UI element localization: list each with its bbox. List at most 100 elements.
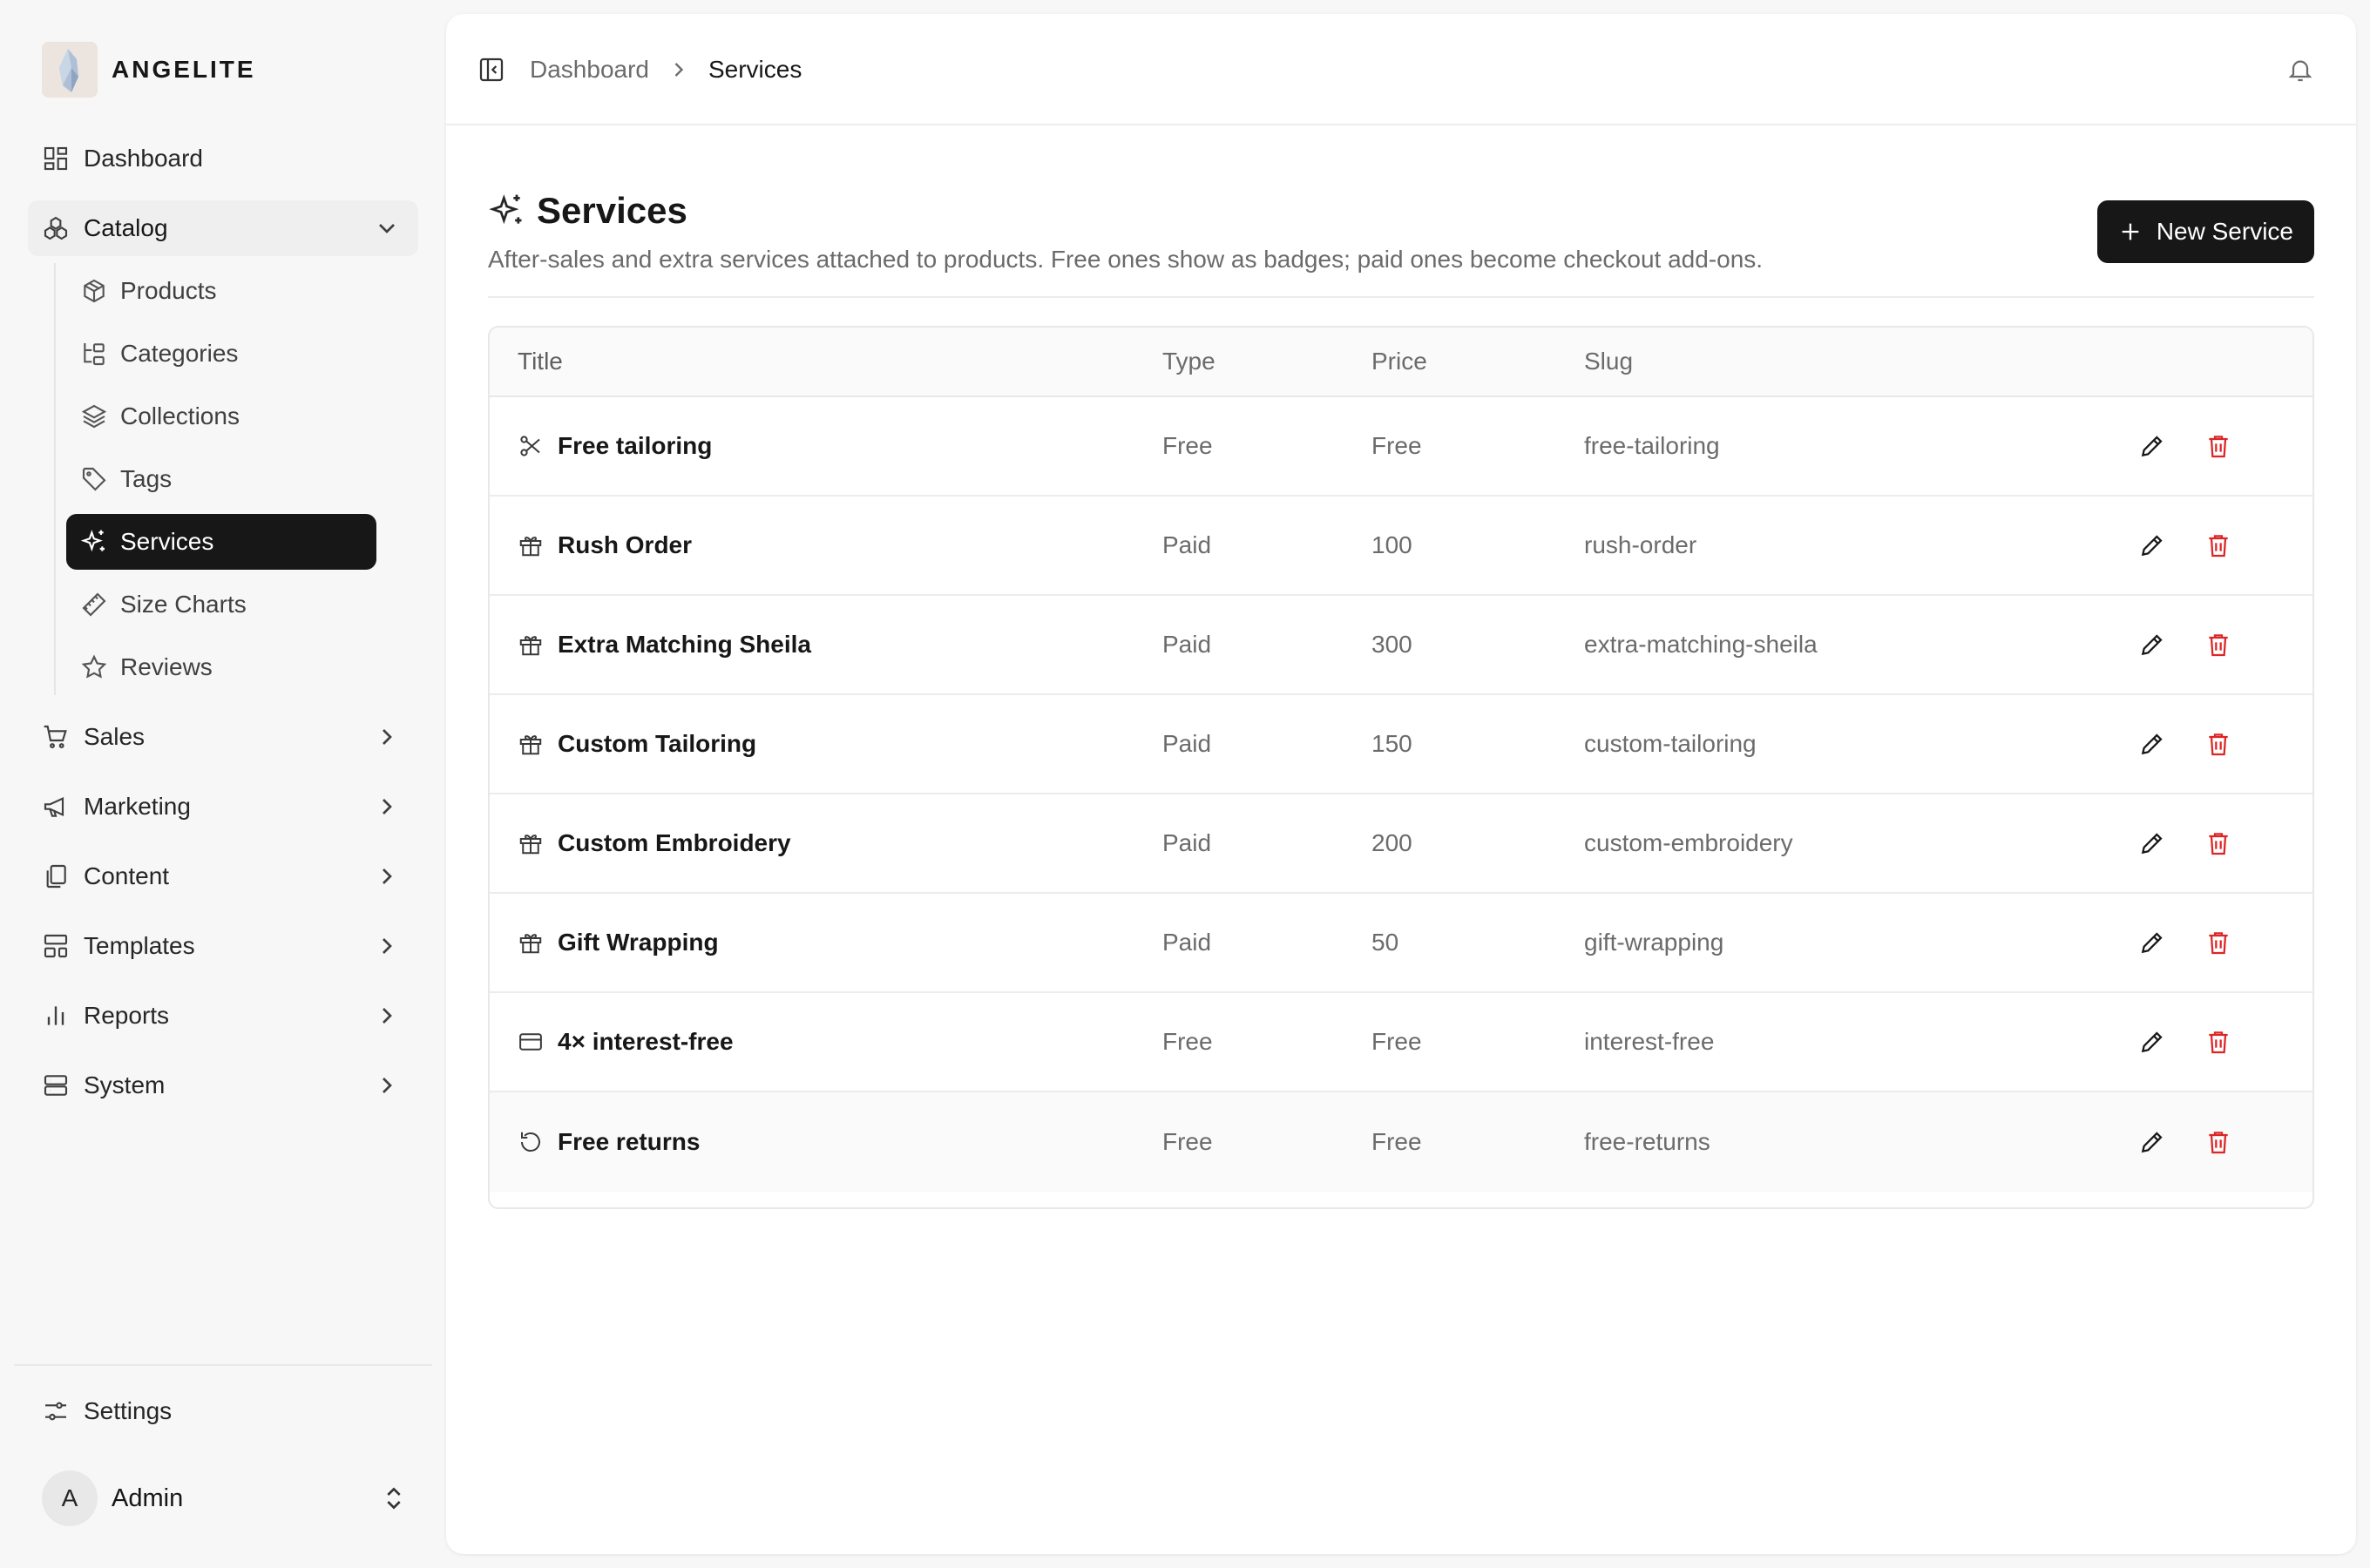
service-title: Free tailoring <box>558 432 713 459</box>
sidebar-item-marketing[interactable]: Marketing <box>28 779 418 835</box>
service-type: Paid <box>1162 829 1212 856</box>
service-slug: extra-matching-sheila <box>1584 631 1818 658</box>
sidebar-item-label: Content <box>84 862 170 889</box>
sidebar: ANGELITE Dashboard Catalog Products Cate… <box>0 0 446 1568</box>
trash-icon[interactable] <box>2204 829 2232 857</box>
trash-icon[interactable] <box>2204 631 2232 659</box>
sidebar-item-tags[interactable]: Tags <box>66 451 418 507</box>
sidebar-item-reviews[interactable]: Reviews <box>66 639 418 695</box>
chevron-right-icon <box>383 868 392 884</box>
trash-icon[interactable] <box>2204 929 2232 956</box>
service-slug: free-returns <box>1584 1128 1710 1155</box>
pencil-icon[interactable] <box>2138 631 2166 659</box>
trash-icon[interactable] <box>2204 1028 2232 1056</box>
user-menu[interactable]: A Admin <box>42 1470 408 1526</box>
brand[interactable]: ANGELITE <box>42 42 256 98</box>
sidebar-item-size-charts[interactable]: Size Charts <box>66 577 418 632</box>
service-title: Extra Matching Sheila <box>558 631 811 658</box>
pencil-icon[interactable] <box>2138 1128 2166 1156</box>
sidebar-item-products[interactable]: Products <box>66 263 418 319</box>
sidebar-item-label: Marketing <box>84 793 191 820</box>
service-title: Free returns <box>558 1128 701 1155</box>
breadcrumb-current: Services <box>708 56 802 83</box>
sidebar-item-label: Dashboard <box>84 145 203 172</box>
service-title: 4× interest-free <box>558 1028 734 1055</box>
sidebar-item-label: Sales <box>84 723 146 750</box>
sidebar-item-label: Tags <box>120 465 173 492</box>
sidebar-item-catalog[interactable]: Catalog <box>28 200 418 256</box>
bell-icon[interactable] <box>2286 56 2314 84</box>
pencil-icon[interactable] <box>2138 531 2166 559</box>
sidebar-item-content[interactable]: Content <box>28 848 418 904</box>
sparkles-icon <box>489 194 522 225</box>
sidebar-item-collections[interactable]: Collections <box>66 389 418 444</box>
tag-icon <box>82 467 106 491</box>
chevron-down-icon <box>379 224 395 233</box>
trash-icon[interactable] <box>2204 432 2232 460</box>
sidebar-item-sales[interactable]: Sales <box>28 709 418 765</box>
table-row[interactable]: 4× interest-free Free Free interest-free <box>490 993 2312 1092</box>
table-row[interactable]: Custom Embroidery Paid 200 custom-embroi… <box>490 794 2312 894</box>
pencil-icon[interactable] <box>2138 432 2166 460</box>
sidebar-item-reports[interactable]: Reports <box>28 988 418 1044</box>
pencil-icon[interactable] <box>2138 730 2166 758</box>
service-slug: custom-embroidery <box>1584 829 1793 856</box>
chevron-right-icon <box>383 799 392 814</box>
service-price: 50 <box>1371 929 1399 956</box>
table-row[interactable]: Rush Order Paid 100 rush-order <box>490 497 2312 596</box>
trash-icon[interactable] <box>2204 730 2232 758</box>
sidebar-item-system[interactable]: System <box>28 1058 418 1113</box>
plus-icon <box>2122 223 2139 240</box>
service-price: 150 <box>1371 730 1412 757</box>
column-type[interactable]: Type <box>1162 348 1215 375</box>
table-row[interactable]: Free returns Free Free free-returns <box>490 1092 2312 1192</box>
column-slug[interactable]: Slug <box>1584 348 1633 375</box>
breadcrumb-dashboard[interactable]: Dashboard <box>530 56 649 84</box>
star-icon <box>81 654 107 679</box>
pencil-icon[interactable] <box>2138 929 2166 956</box>
pencil-icon[interactable] <box>2138 1028 2166 1056</box>
table-row[interactable]: Gift Wrapping Paid 50 gift-wrapping <box>490 894 2312 993</box>
dashboard-icon <box>44 146 68 171</box>
page-title: Services <box>537 190 687 231</box>
main-panel: Dashboard Services Services After-sales … <box>446 14 2356 1554</box>
service-price: 200 <box>1371 829 1412 856</box>
service-slug: interest-free <box>1584 1028 1715 1055</box>
sidebar-item-templates[interactable]: Templates <box>28 918 418 974</box>
service-title: Custom Tailoring <box>558 730 757 757</box>
trash-icon[interactable] <box>2204 1128 2232 1156</box>
column-price[interactable]: Price <box>1371 348 1427 375</box>
service-price: Free <box>1371 1028 1422 1055</box>
sidebar-toggle-icon[interactable] <box>477 56 505 84</box>
service-type: Paid <box>1162 929 1212 956</box>
templates-icon <box>44 934 68 958</box>
layers-icon <box>81 404 107 429</box>
sidebar-item-categories[interactable]: Categories <box>66 326 418 382</box>
sidebar-item-label: Categories <box>120 340 239 367</box>
column-title[interactable]: Title <box>518 348 563 375</box>
sidebar-item-settings[interactable]: Settings <box>42 1387 172 1436</box>
sliders-icon <box>45 1402 66 1421</box>
service-type: Paid <box>1162 631 1212 658</box>
sidebar-item-dashboard[interactable]: Dashboard <box>28 131 418 186</box>
sparkles-icon <box>80 530 105 552</box>
scissors-icon <box>520 436 540 456</box>
services-table: Title Type Price Slug Free tailoring Fre… <box>488 326 2314 1209</box>
rotate-ccw-icon <box>521 1132 540 1152</box>
catalog-icon <box>44 216 68 240</box>
table-row[interactable]: Extra Matching Sheila Paid 300 extra-mat… <box>490 596 2312 695</box>
bar-chart-icon <box>47 1006 64 1025</box>
server-icon <box>44 1075 68 1096</box>
new-service-button[interactable]: New Service <box>2096 200 2314 263</box>
service-title: Custom Embroidery <box>558 829 791 856</box>
table-row[interactable]: Free tailoring Free Free free-tailoring <box>490 397 2312 497</box>
categories-icon <box>84 343 105 366</box>
table-header: Title Type Price Slug <box>490 328 2312 397</box>
trash-icon[interactable] <box>2204 531 2232 559</box>
sidebar-item-label: System <box>84 1071 166 1098</box>
table-row[interactable]: Custom Tailoring Paid 150 custom-tailori… <box>490 695 2312 794</box>
chevron-right-icon <box>674 63 684 77</box>
service-type: Paid <box>1162 531 1212 558</box>
sidebar-item-services[interactable]: Services <box>66 514 376 570</box>
pencil-icon[interactable] <box>2138 829 2166 857</box>
